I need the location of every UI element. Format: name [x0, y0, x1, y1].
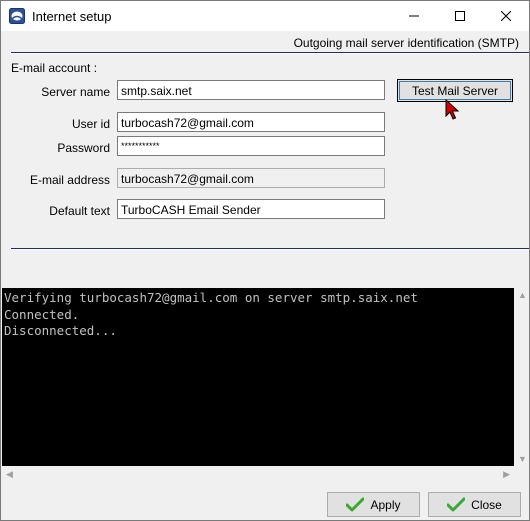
close-window-button[interactable] — [483, 1, 529, 31]
vertical-scrollbar[interactable]: ▲ ▼ — [514, 288, 529, 466]
maximize-icon — [455, 11, 465, 21]
checkmark-icon — [447, 497, 466, 511]
window-title: Internet setup — [32, 9, 112, 24]
scroll-left-icon[interactable]: ◀ — [6, 469, 13, 480]
apply-label: Apply — [370, 497, 401, 512]
server-name-input[interactable]: smtp.saix.net — [117, 80, 385, 100]
close-button[interactable]: Close — [428, 492, 521, 517]
mouse-pointer-icon — [445, 99, 460, 120]
maximize-button[interactable] — [437, 1, 483, 31]
title-bar[interactable]: Internet setup — [1, 1, 529, 31]
default-text-label: Default text — [49, 204, 110, 218]
horizontal-scrollbar[interactable]: ◀ ▶ — [2, 466, 514, 482]
console-line: Disconnected... — [4, 323, 117, 338]
scroll-up-icon[interactable]: ▲ — [518, 290, 527, 300]
default-text-input[interactable]: TurboCASH Email Sender — [117, 199, 385, 219]
server-name-label: Server name — [41, 85, 110, 99]
close-icon — [501, 11, 511, 21]
apply-button[interactable]: Apply — [327, 492, 420, 517]
minimize-button[interactable] — [391, 1, 437, 31]
close-label: Close — [471, 497, 502, 512]
app-icon — [9, 8, 25, 24]
scrollbar-corner — [514, 466, 529, 482]
user-id-input[interactable]: turbocash72@gmail.com — [117, 112, 385, 132]
scroll-right-icon[interactable]: ▶ — [503, 469, 510, 480]
checkmark-icon — [346, 497, 365, 511]
password-label: Password — [57, 141, 110, 155]
email-account-group-label: E-mail account : — [11, 61, 98, 75]
bottom-divider — [11, 248, 529, 250]
top-divider — [11, 52, 529, 54]
user-id-label: User id — [71, 117, 110, 131]
internet-setup-window: Internet setup Outgoing mail server iden… — [0, 0, 530, 521]
minimize-icon — [409, 15, 419, 17]
console-line: Verifying turbocash72@gmail.com on serve… — [4, 290, 418, 305]
email-address-field: turbocash72@gmail.com — [117, 168, 385, 188]
password-input[interactable]: *********** — [117, 136, 385, 156]
scroll-down-icon[interactable]: ▼ — [518, 454, 527, 464]
password-mask: *********** — [121, 141, 160, 151]
test-mail-server-label: Test Mail Server — [411, 83, 499, 98]
console-line: Connected. — [4, 306, 80, 322]
console-output: Verifying turbocash72@gmail.com on serve… — [2, 288, 514, 466]
email-address-label: E-mail address — [29, 173, 110, 187]
section-header: Outgoing mail server identification (SMT… — [293, 36, 519, 50]
